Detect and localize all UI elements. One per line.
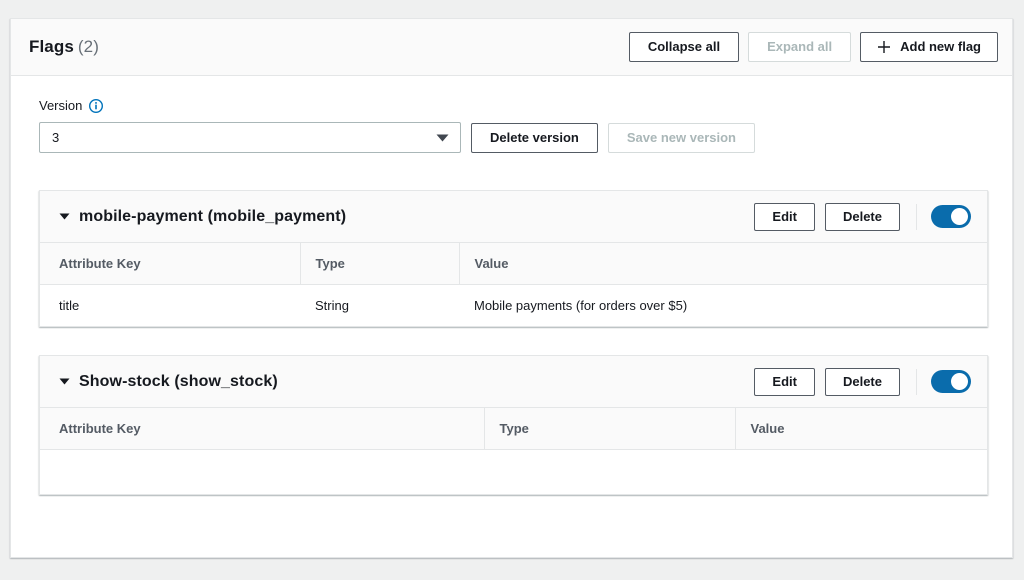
version-label: Version	[39, 98, 82, 113]
attributes-table: Attribute Key Type Value	[40, 408, 987, 494]
flag-name: Show-stock (show_stock)	[79, 373, 278, 391]
version-select-value: 3	[52, 130, 59, 145]
toggle-knob	[951, 373, 968, 390]
edit-flag-button[interactable]: Edit	[754, 203, 815, 231]
column-header-value: Value	[459, 243, 987, 285]
flag-enabled-toggle[interactable]	[931, 370, 971, 393]
caret-down-icon[interactable]	[59, 378, 70, 385]
add-new-flag-button[interactable]: Add new flag	[860, 32, 998, 62]
page-title: Flags(2)	[29, 37, 99, 57]
flags-panel: Flags(2) Collapse all Expand all Add new…	[10, 18, 1013, 558]
flag-title-wrap: Show-stock (show_stock)	[59, 373, 278, 391]
panel-header: Flags(2) Collapse all Expand all Add new…	[11, 19, 1012, 76]
version-controls: 3 Delete version Save new version	[39, 122, 1012, 153]
plus-icon	[877, 40, 891, 54]
divider	[916, 369, 917, 395]
table-row: title String Mobile payments (for orders…	[40, 285, 987, 327]
attributes-table: Attribute Key Type Value title String Mo…	[40, 243, 987, 326]
flag-card-actions: Edit Delete	[754, 203, 971, 231]
page-title-text: Flags	[29, 37, 74, 56]
cell-value: Mobile payments (for orders over $5)	[459, 285, 987, 327]
flag-count: (2)	[78, 37, 99, 56]
column-header-type: Type	[484, 408, 735, 450]
table-header-row: Attribute Key Type Value	[40, 243, 987, 285]
cell-type: String	[300, 285, 459, 327]
cell-empty	[40, 450, 484, 494]
flag-enabled-toggle[interactable]	[931, 205, 971, 228]
version-label-row: Version	[39, 98, 1012, 113]
column-header-attribute-key: Attribute Key	[40, 408, 484, 450]
expand-all-button[interactable]: Expand all	[748, 32, 851, 62]
flag-card-header: mobile-payment (mobile_payment) Edit Del…	[40, 191, 987, 243]
column-header-value: Value	[735, 408, 987, 450]
caret-down-icon[interactable]	[59, 213, 70, 220]
column-header-attribute-key: Attribute Key	[40, 243, 300, 285]
flag-card: mobile-payment (mobile_payment) Edit Del…	[39, 190, 988, 327]
flag-card-actions: Edit Delete	[754, 368, 971, 396]
column-header-type: Type	[300, 243, 459, 285]
toggle-knob	[951, 208, 968, 225]
add-new-flag-label: Add new flag	[900, 33, 981, 61]
delete-version-button[interactable]: Delete version	[471, 123, 598, 153]
delete-flag-button[interactable]: Delete	[825, 368, 900, 396]
info-icon[interactable]	[89, 99, 103, 113]
flag-card-header: Show-stock (show_stock) Edit Delete	[40, 356, 987, 408]
header-actions: Collapse all Expand all Add new flag	[629, 32, 998, 62]
flag-card: Show-stock (show_stock) Edit Delete Attr…	[39, 355, 988, 495]
table-header-row: Attribute Key Type Value	[40, 408, 987, 450]
flag-name: mobile-payment (mobile_payment)	[79, 208, 346, 226]
cell-empty	[735, 450, 987, 494]
edit-flag-button[interactable]: Edit	[754, 368, 815, 396]
cell-attribute-key: title	[40, 285, 300, 327]
divider	[916, 204, 917, 230]
version-block: Version 3 Delete version Save new versio…	[11, 76, 1012, 153]
save-new-version-button[interactable]: Save new version	[608, 123, 755, 153]
cell-empty	[484, 450, 735, 494]
collapse-all-button[interactable]: Collapse all	[629, 32, 739, 62]
flag-title-wrap: mobile-payment (mobile_payment)	[59, 208, 346, 226]
table-row-empty	[40, 450, 987, 494]
chevron-down-icon	[436, 134, 449, 142]
flag-cards: mobile-payment (mobile_payment) Edit Del…	[11, 190, 1012, 495]
delete-flag-button[interactable]: Delete	[825, 203, 900, 231]
version-select[interactable]: 3	[39, 122, 461, 153]
